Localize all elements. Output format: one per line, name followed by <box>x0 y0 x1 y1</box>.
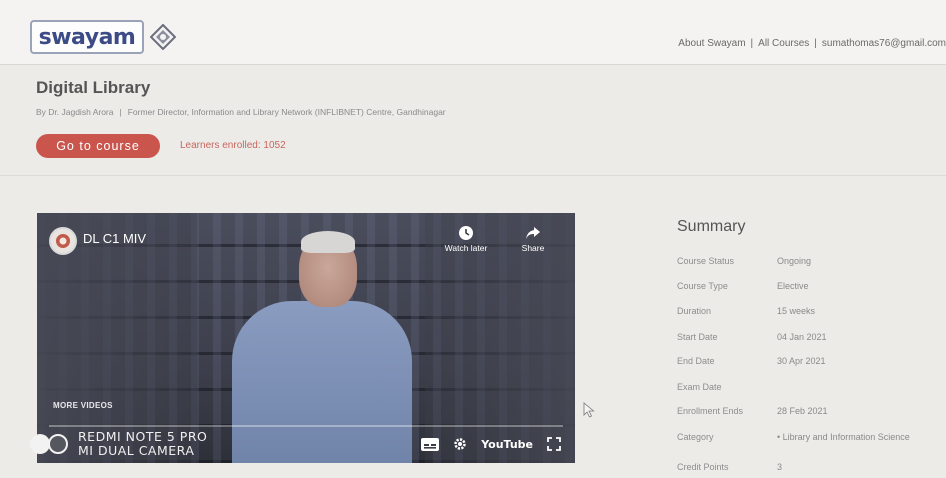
channel-avatar[interactable] <box>49 227 77 255</box>
summary-label: Credit Points <box>677 462 729 472</box>
video-controls: YouTube <box>421 437 561 451</box>
share-label: Share <box>521 243 545 253</box>
summary-row-category: Category • Library and Information Scien… <box>677 432 946 442</box>
learners-enrolled-text: Learners enrolled: 1052 <box>180 140 286 151</box>
clock-icon <box>459 226 473 240</box>
summary-label: Course Status <box>677 256 735 266</box>
summary-value: 3 <box>777 462 783 472</box>
video-player[interactable]: DL C1 MIV Watch later Share MORE VIDEOS … <box>37 213 575 463</box>
top-nav-links: About Swayam | All Courses | sumathomas76@gm… <box>678 38 946 49</box>
summary-row-course-type: Course Type Elective <box>677 281 946 291</box>
summary-row-credit-points: Credit Points 3 <box>677 462 946 472</box>
nav-user-email-link[interactable]: sumathomas76@gmail.com <box>822 38 946 49</box>
summary-label: Duration <box>677 306 712 316</box>
youtube-logo[interactable]: YouTube <box>481 438 533 451</box>
summary-value: 15 weeks <box>777 306 816 316</box>
byline-author: By Dr. Jagdish Arora <box>36 107 114 117</box>
presenter-body <box>232 301 412 463</box>
watermark-dot-icon <box>30 434 50 454</box>
swayam-logo-text: swayam <box>38 24 136 50</box>
summary-value: Elective <box>777 281 809 291</box>
summary-title: Summary <box>677 218 746 235</box>
summary-category-value[interactable]: • Library and Information Science <box>777 432 910 442</box>
fullscreen-icon[interactable] <box>547 437 561 451</box>
emblem-logo-icon <box>150 24 176 50</box>
section-divider <box>0 175 946 176</box>
summary-label: End Date <box>677 356 715 366</box>
camera-watermark: REDMI NOTE 5 PRO MI DUAL CAMERA <box>30 430 207 458</box>
summary-value: Library and Information Science <box>782 432 910 442</box>
video-progress-bar[interactable] <box>49 425 563 427</box>
summary-row-start-date: Start Date 04 Jan 2021 <box>677 332 946 342</box>
nav-separator: | <box>750 38 754 49</box>
summary-label: Start Date <box>677 332 718 342</box>
presenter-hair <box>301 231 355 253</box>
summary-label: Enrollment Ends <box>677 406 744 416</box>
summary-value: 30 Apr 2021 <box>777 356 826 366</box>
summary-value: Ongoing <box>777 256 812 266</box>
summary-label: Exam Date <box>677 382 722 392</box>
video-title[interactable]: DL C1 MIV <box>83 231 146 246</box>
watermark-text: REDMI NOTE 5 PRO MI DUAL CAMERA <box>78 430 207 458</box>
more-videos-label[interactable]: MORE VIDEOS <box>53 401 113 410</box>
nav-all-courses-link[interactable]: All Courses <box>758 38 809 49</box>
nav-about-link[interactable]: About Swayam <box>678 38 745 49</box>
byline-role: Former Director, Information and Library… <box>127 107 446 117</box>
watermark-line-2: MI DUAL CAMERA <box>78 443 195 458</box>
summary-label: Category <box>677 432 714 442</box>
summary-row-duration: Duration 15 weeks <box>677 306 946 316</box>
summary-row-end-date: End Date 30 Apr 2021 <box>677 356 946 366</box>
watermark-ring-icon <box>48 434 68 454</box>
swayam-logo[interactable]: swayam <box>30 20 144 54</box>
summary-label: Course Type <box>677 281 728 291</box>
summary-row-course-status: Course Status Ongoing <box>677 256 946 266</box>
course-byline: By Dr. Jagdish Arora | Former Director, In… <box>36 107 446 117</box>
summary-value: 28 Feb 2021 <box>777 406 828 416</box>
summary-row-enrollment-ends: Enrollment Ends 28 Feb 2021 <box>677 406 946 416</box>
subtitles-icon[interactable] <box>421 437 440 451</box>
course-title: Digital Library <box>36 78 151 97</box>
go-to-course-button[interactable]: Go to course <box>36 134 160 158</box>
share-arrow-icon <box>526 227 540 239</box>
share-button[interactable]: Share <box>508 225 558 253</box>
mouse-cursor-icon <box>583 402 595 418</box>
summary-row-exam-date: Exam Date <box>677 382 946 392</box>
nav-separator: | <box>814 38 817 49</box>
watch-later-button[interactable]: Watch later <box>441 225 491 253</box>
channel-logo-icon <box>56 234 70 248</box>
summary-value: 04 Jan 2021 <box>777 332 827 342</box>
top-navigation-bar: swayam About Swayam | All Courses | sumathom… <box>0 0 946 65</box>
settings-gear-icon[interactable] <box>453 437 467 451</box>
watermark-line-1: REDMI NOTE 5 PRO <box>78 429 208 444</box>
watch-later-label: Watch later <box>444 243 488 253</box>
byline-separator: | <box>119 107 122 117</box>
